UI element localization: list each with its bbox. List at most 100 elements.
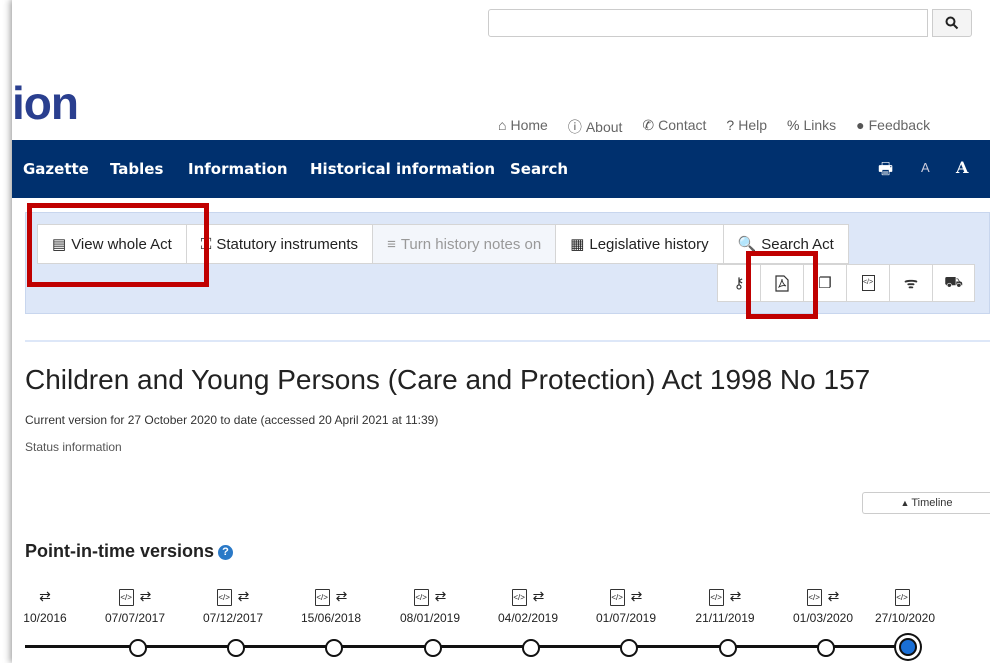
compare-icon[interactable]: ⇄	[435, 588, 447, 604]
main-nav: Gazette Tables Information Historical in…	[12, 140, 990, 198]
info-icon: ⓘ	[567, 119, 582, 135]
nav-historical-information[interactable]: Historical information	[310, 160, 495, 178]
phone-icon: ✆	[642, 117, 655, 133]
list-icon: ≡	[387, 235, 396, 253]
timeline-version[interactable]: </> ⇄ 01/03/2020	[783, 588, 863, 625]
site-search-input[interactable]	[488, 9, 928, 37]
divider	[25, 340, 990, 342]
compare-icon[interactable]: ⇄	[336, 588, 348, 604]
version-date: 08/01/2019	[399, 611, 461, 625]
version-info: Current version for 27 October 2020 to d…	[25, 413, 439, 427]
caret-up-icon: ▲	[900, 498, 910, 508]
version-icons: </> ⇄	[586, 588, 666, 606]
version-marker[interactable]	[522, 639, 540, 657]
timeline-version[interactable]: ⇄ 10/2016	[5, 588, 85, 625]
version-marker[interactable]	[129, 639, 147, 657]
version-date: 01/03/2020	[792, 611, 854, 625]
help-icon: ?	[726, 117, 735, 133]
xml-doc-icon[interactable]: </>	[118, 588, 134, 606]
page-title: Children and Young Persons (Care and Pro…	[25, 364, 871, 395]
version-icons: </>	[865, 588, 945, 606]
compare-icon[interactable]: ⇄	[828, 588, 840, 604]
xml-doc-icon[interactable]: </>	[806, 588, 822, 606]
truck-icon[interactable]: ⛟	[932, 264, 975, 302]
pit-heading: Point-in-time versions?	[25, 541, 234, 562]
xml-doc-icon[interactable]: </>	[314, 588, 330, 606]
timeline-version[interactable]: </> 27/10/2020	[865, 588, 945, 625]
version-date: 07/12/2017	[202, 611, 264, 625]
xml-doc-icon[interactable]: </>	[511, 588, 527, 606]
version-date: 10/2016	[23, 611, 67, 625]
feedback-link[interactable]: ● Feedback	[856, 117, 930, 137]
timeline-version[interactable]: </> ⇄ 07/07/2017	[95, 588, 175, 625]
timeline-line	[25, 645, 915, 648]
version-date: 04/02/2019	[497, 611, 559, 625]
contact-link[interactable]: ✆ Contact	[642, 117, 706, 137]
version-icons: </> ⇄	[291, 588, 371, 606]
font-large-button[interactable]: A	[956, 158, 968, 177]
version-icons: ⇄	[5, 588, 85, 606]
help-icon[interactable]: ?	[218, 544, 234, 560]
version-marker[interactable]	[817, 639, 835, 657]
xml-doc-icon[interactable]: </>	[413, 588, 429, 606]
history-notes-toggle[interactable]: ≡ Turn history notes on	[372, 224, 556, 264]
version-icons: </> ⇄	[390, 588, 470, 606]
timeline-version[interactable]: </> ⇄ 08/01/2019	[390, 588, 470, 625]
version-marker[interactable]	[620, 639, 638, 657]
version-icons: </> ⇄	[783, 588, 863, 606]
version-marker[interactable]	[424, 639, 442, 657]
nav-gazette[interactable]: Gazette	[23, 160, 89, 178]
version-date: 21/11/2019	[695, 611, 755, 625]
legislative-history-button[interactable]: ▦ Legislative history	[555, 224, 723, 264]
search-button[interactable]	[932, 9, 972, 37]
help-link[interactable]: ? Help	[726, 117, 767, 137]
xml-doc-icon[interactable]: </>	[216, 588, 232, 606]
timeline-version[interactable]: </> ⇄ 21/11/2019	[685, 588, 765, 625]
compare-icon[interactable]: ⇄	[140, 588, 152, 604]
home-link[interactable]: ⌂ Home	[498, 117, 548, 137]
font-small-button[interactable]: A	[921, 160, 930, 175]
search-icon	[945, 16, 959, 30]
compare-icon[interactable]: ⇄	[533, 588, 545, 604]
site-logo-text[interactable]: ion	[12, 76, 79, 130]
timeline-version[interactable]: </> ⇄ 07/12/2017	[193, 588, 273, 625]
link-icon: %	[787, 117, 800, 133]
print-icon[interactable]: 🖶	[878, 158, 893, 185]
compare-icon[interactable]: ⇄	[39, 588, 51, 604]
nav-search[interactable]: Search	[510, 160, 568, 178]
version-marker[interactable]	[227, 639, 245, 657]
version-icons: </> ⇄	[685, 588, 765, 606]
annotation-highlight-view-whole-act	[27, 203, 209, 287]
version-marker[interactable]	[325, 639, 343, 657]
compare-icon[interactable]: ⇄	[238, 588, 250, 604]
xml-doc-icon[interactable]: </>	[894, 588, 910, 606]
version-date: 27/10/2020	[874, 611, 936, 625]
utility-links: ⌂ Home ⓘ About ✆ Contact ? Help % Links ● Feed…	[498, 117, 950, 137]
version-marker[interactable]	[719, 639, 737, 657]
timeline-version[interactable]: </> ⇄ 01/07/2019	[586, 588, 666, 625]
rss-icon[interactable]: ᯤ	[889, 264, 932, 302]
timeline-version[interactable]: </> ⇄ 15/06/2018	[291, 588, 371, 625]
version-icons: </> ⇄	[95, 588, 175, 606]
status-information-link[interactable]: Status information	[25, 440, 122, 454]
current-version-marker[interactable]	[899, 638, 917, 656]
nav-tables[interactable]: Tables	[110, 160, 163, 178]
timeline-toggle-button[interactable]: ▲ Timeline	[862, 492, 990, 514]
compare-icon[interactable]: ⇄	[631, 588, 643, 604]
version-date: 15/06/2018	[300, 611, 362, 625]
nav-information[interactable]: Information	[188, 160, 288, 178]
xml-doc-icon[interactable]: </>	[708, 588, 724, 606]
version-date: 07/07/2017	[104, 611, 166, 625]
annotation-highlight-pdf	[746, 251, 818, 319]
timeline-version[interactable]: </> ⇄ 04/02/2019	[488, 588, 568, 625]
browser-page	[12, 0, 990, 663]
version-icons: </> ⇄	[193, 588, 273, 606]
compare-icon[interactable]: ⇄	[730, 588, 742, 604]
calendar-icon: ▦	[570, 236, 585, 253]
statutory-instruments-button[interactable]: ⛶ Statutory instruments	[185, 224, 373, 264]
links-link[interactable]: % Links	[787, 117, 836, 137]
about-link[interactable]: ⓘ About	[568, 117, 623, 137]
xml-doc-icon[interactable]: </>	[609, 588, 625, 606]
version-date: 01/07/2019	[595, 611, 657, 625]
xml-icon[interactable]: </>	[846, 264, 889, 302]
